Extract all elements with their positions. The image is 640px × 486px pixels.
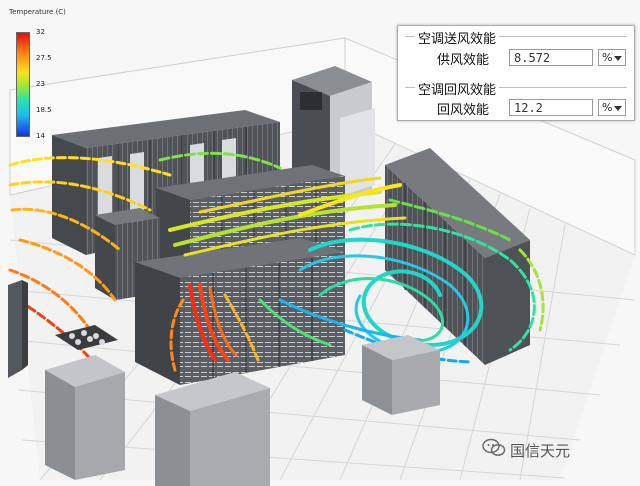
watermark-text: 国信天元 [510,442,571,460]
return-efficiency-group: 空调回风效能 回风效能 12.2 % [405,79,627,125]
return-efficiency-label: 回风效能 [437,103,490,118]
supply-efficiency-label: 供风效能 [437,53,490,68]
chevron-down-icon [614,56,622,61]
legend-tick: 14 [36,132,45,140]
legend-tick: 32 [36,28,45,36]
legend-color-bar [16,32,30,137]
legend-title: Temperature (C) [9,8,66,16]
efficiency-panel: 空调送风效能 供风效能 8.572 % 空调回风效能 回风效能 12.2 % [397,25,635,121]
temperature-legend: Temperature (C) 32 27.5 23 18.5 14 [6,8,96,140]
rack-left-edge [8,280,28,378]
crac-unit-front-left [45,355,125,480]
chevron-down-icon [614,106,622,111]
supply-unit-value: % [602,51,613,64]
crac-unit-front-right [362,335,440,415]
screenshot-frame: Temperature (C) 32 27.5 23 18.5 14 空调送风效… [0,0,640,486]
supply-group-title: 空调送风效能 [415,28,500,47]
legend-tick: 27.5 [36,54,52,62]
supply-efficiency-field[interactable]: 8.572 [509,49,593,66]
return-unit-dropdown[interactable]: % [598,99,626,116]
return-unit-value: % [602,101,613,114]
return-efficiency-field[interactable]: 12.2 [509,99,593,116]
supply-unit-dropdown[interactable]: % [598,49,626,66]
return-group-title: 空调回风效能 [415,79,500,98]
supply-efficiency-group: 空调送风效能 供风效能 8.572 % [405,28,627,74]
wechat-icon [482,438,506,456]
legend-tick: 23 [36,80,45,88]
legend-tick: 18.5 [36,106,52,114]
